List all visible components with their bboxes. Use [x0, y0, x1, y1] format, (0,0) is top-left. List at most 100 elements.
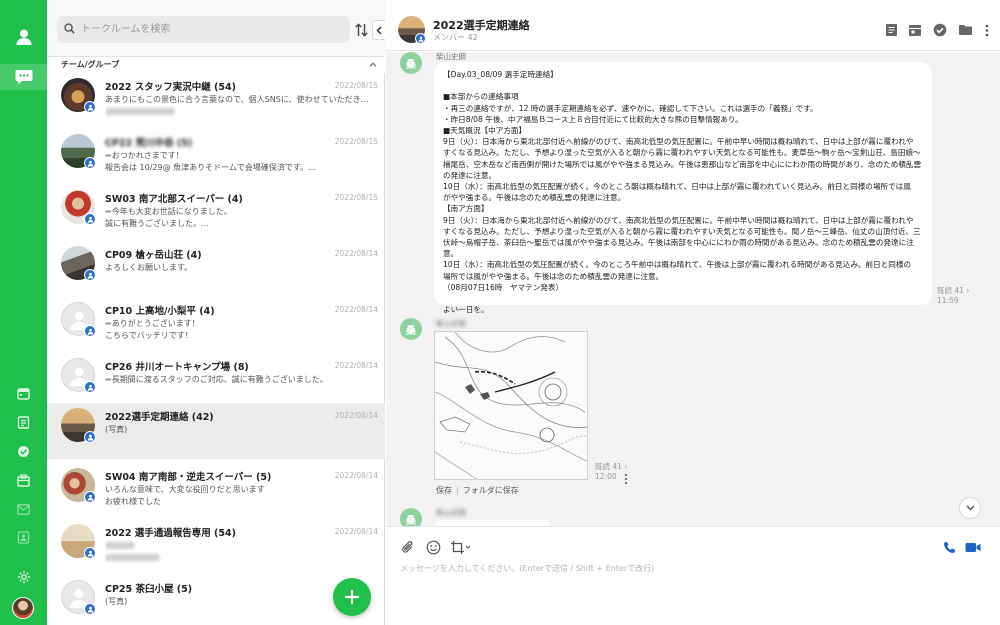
mail-icon[interactable] [0, 496, 47, 522]
plus-icon [345, 590, 359, 604]
sender-avatar[interactable]: 桑 [400, 508, 422, 526]
chevron-left-icon [376, 25, 382, 35]
sender-avatar[interactable]: 桑 [400, 318, 422, 340]
group-badge-icon [84, 603, 96, 615]
folder-button[interactable] [957, 22, 973, 38]
message-line: ・再三の連絡ですが、12 時の選手定期連絡を必ず、速やかに、確認して下さい。これ… [443, 103, 818, 113]
board-button[interactable] [907, 22, 923, 38]
room-item-active[interactable]: 2022選手定期連絡 (42) 2022/08/14 (写真) [47, 403, 385, 459]
message-time: 12:00 [595, 472, 617, 481]
sender-name: 柴山史朗 [436, 52, 466, 61]
task-icon[interactable] [0, 438, 47, 464]
room-item[interactable]: 2022 スタッフ実況中継 (54) 2022/08/15 あまりにもこの景色に… [47, 73, 385, 129]
chat-room-avatar[interactable] [398, 16, 426, 44]
preview-line: よろしくお願いします。 [105, 263, 193, 272]
group-badge-icon [84, 157, 96, 169]
room-preview: いろんな意味で、大変な役回りだと思います お疲れ様でした [105, 484, 370, 508]
message-line: すくなる見込み。ただし、予想より湿った空気が入ると朝から霧に覆われやすい天気とな… [443, 148, 921, 158]
room-item[interactable]: CP09 槍ヶ岳山荘 (4) 2022/08/14 よろしくお願いします。 [47, 241, 385, 297]
room-item[interactable]: CP10 上高地/小梨平 (4) 2022/08/14 ➦ありがとうございます！… [47, 297, 385, 353]
message-line: 檜尾岳、空木岳など南西側が開けた場所では風がやや強まる見込み。午後は恵那山など南… [443, 159, 922, 169]
message-line: ■天気概況【中ア方面】 [443, 126, 527, 135]
group-badge-icon [84, 213, 96, 225]
message-line: ・昨日8/08 午後、中ア福島Ｂコース上８合目付近にて比較的大きな熊の目撃情報あ… [443, 114, 743, 124]
message-line: 【Day.03_08/09 選手定時連絡】 [443, 70, 558, 79]
message-bubble[interactable]: 【Day.03_08/09 選手定時連絡】 ■本部からの連絡事項 ・再三の連絡で… [434, 62, 932, 314]
preview-line: ➦長期間に渡るスタッフのご対応、誠に有難うございました。 [105, 375, 328, 384]
group-badge-icon [84, 431, 96, 443]
video-call-button[interactable] [964, 538, 982, 556]
voice-call-button[interactable] [941, 538, 957, 556]
group-badge-icon [84, 381, 96, 393]
message-line: 伏峠〜烏帽子岳、茶臼岳〜聖岳では風がやや強まる見込み。午後は南部を中心ににわか雨… [443, 238, 914, 248]
preview-line: 報告会は 10/29@ 魚津ありそドームで会場確保済です。... [105, 163, 316, 172]
chat-header: 2022選手定期連絡 メンバー 42 [386, 0, 1000, 51]
room-item[interactable]: CP22 荒川中岳 (5) 2022/08/15 ➦おつかれさまです！ 報告会は… [47, 129, 385, 185]
room-date: 2022/08/14 [334, 305, 378, 314]
save-to-folder-link[interactable]: フォルダに保存 [463, 486, 519, 495]
profile-icon[interactable] [0, 24, 47, 50]
save-image-link[interactable]: 保存 [436, 486, 452, 495]
room-preview-blurred [105, 540, 370, 564]
preview-line: お疲れ様でした [105, 497, 161, 506]
talk-room-list: チーム/グループ 2022 スタッフ実況中継 (54) 2022/08/15 あ… [47, 0, 385, 625]
message-line: すくなる見込み。ただし、予想より湿った空気が入ると朝から霧に覆われやすい天気とな… [443, 226, 921, 236]
board-icon[interactable] [0, 409, 47, 435]
message-input[interactable] [400, 560, 980, 576]
more-menu-button[interactable] [979, 22, 995, 38]
check-circle-icon [933, 23, 947, 37]
drive-icon[interactable] [0, 467, 47, 493]
search-bar [47, 0, 385, 56]
message-area[interactable]: 柴山史朗 桑 【Day.03_08/09 選手定時連絡】 ■本部からの連絡事項 … [386, 52, 1000, 526]
my-avatar[interactable] [12, 597, 34, 619]
talk-icon[interactable] [0, 64, 47, 90]
room-date: 2022/08/14 [334, 361, 378, 370]
room-preview: ➦ありがとうございます！ こちらでバッチリです！ [105, 318, 370, 342]
message-time: 11:59 [937, 296, 959, 305]
search-box[interactable] [57, 16, 350, 43]
task-button[interactable] [932, 22, 948, 38]
search-input[interactable] [81, 19, 341, 40]
attach-button[interactable] [400, 538, 416, 556]
room-item[interactable]: SW04 南ア南部・逆走スイーパー (5) 2022/08/14 いろんな意味で… [47, 463, 385, 519]
image-more-button[interactable] [624, 470, 632, 485]
capture-button[interactable] [449, 538, 471, 556]
preview-line-blurred [105, 540, 370, 552]
note-button[interactable] [883, 22, 899, 38]
room-name: CP10 上高地/小梨平 (4) [105, 306, 215, 317]
new-talk-button[interactable] [333, 578, 371, 616]
group-badge-icon [84, 325, 96, 337]
preview-line: ➦おつかれさまです！ [105, 151, 184, 160]
nav-rail [0, 0, 47, 625]
read-count[interactable]: 既読 41 › [937, 286, 969, 296]
section-label: チーム/グループ [61, 60, 120, 69]
preview-line: ➦ありがとうございます！ [105, 319, 200, 328]
room-date: 2022/08/14 [334, 411, 378, 420]
message-line: 10日（水）：南高北低型の気圧配置が続く。今のところ朝は概ね晴れて、日中は上部が… [443, 182, 911, 192]
read-count[interactable]: 既読 41 › [595, 462, 627, 472]
message-line: 9日（火）：日本海から東北北部付近へ前線がのびて、南高北低型の気圧配置に。午前中… [443, 137, 914, 147]
scroll-to-bottom-button[interactable] [959, 497, 981, 519]
message-line: 9日（火）：日本海から東北北部付近へ前線がのびて、南高北低型の気圧配置に。午前中… [443, 215, 914, 225]
room-preview: (写真) [105, 596, 370, 608]
group-badge-icon [84, 491, 96, 503]
message-line: 意。 [443, 249, 459, 259]
paperclip-icon [402, 540, 413, 553]
sender-avatar[interactable]: 桑 [400, 52, 422, 74]
preview-line: 誠に有難うございました。... [105, 219, 209, 228]
room-item[interactable]: 2022 選手通過報告専用 (54) 2022/08/14 [47, 519, 385, 575]
message-line: 10日（水）：南高北低型の気圧配置が続く。今のところ午前中は概ね晴れて、午後は上… [443, 260, 912, 270]
section-header-team-group[interactable]: チーム/グループ [47, 56, 385, 73]
room-item[interactable]: SW03 南ア北部スイーパー (4) 2022/08/15 ➦今年も大変お世話に… [47, 185, 385, 241]
emoji-button[interactable] [425, 538, 441, 556]
weather-map-image[interactable] [434, 331, 588, 480]
sort-button[interactable] [353, 21, 369, 39]
contacts-icon[interactable] [0, 524, 47, 550]
room-name: 2022 選手通過報告専用 (54) [105, 528, 236, 539]
settings-gear-icon[interactable] [0, 564, 47, 590]
member-count[interactable]: メンバー 42 [433, 32, 478, 43]
search-icon [64, 23, 75, 34]
calendar-icon[interactable] [0, 380, 47, 406]
room-item[interactable]: CP26 井川オートキャンプ場 (8) 2022/08/14 ➦長期間に渡るスタ… [47, 353, 385, 409]
collapse-list-button[interactable] [372, 20, 385, 40]
